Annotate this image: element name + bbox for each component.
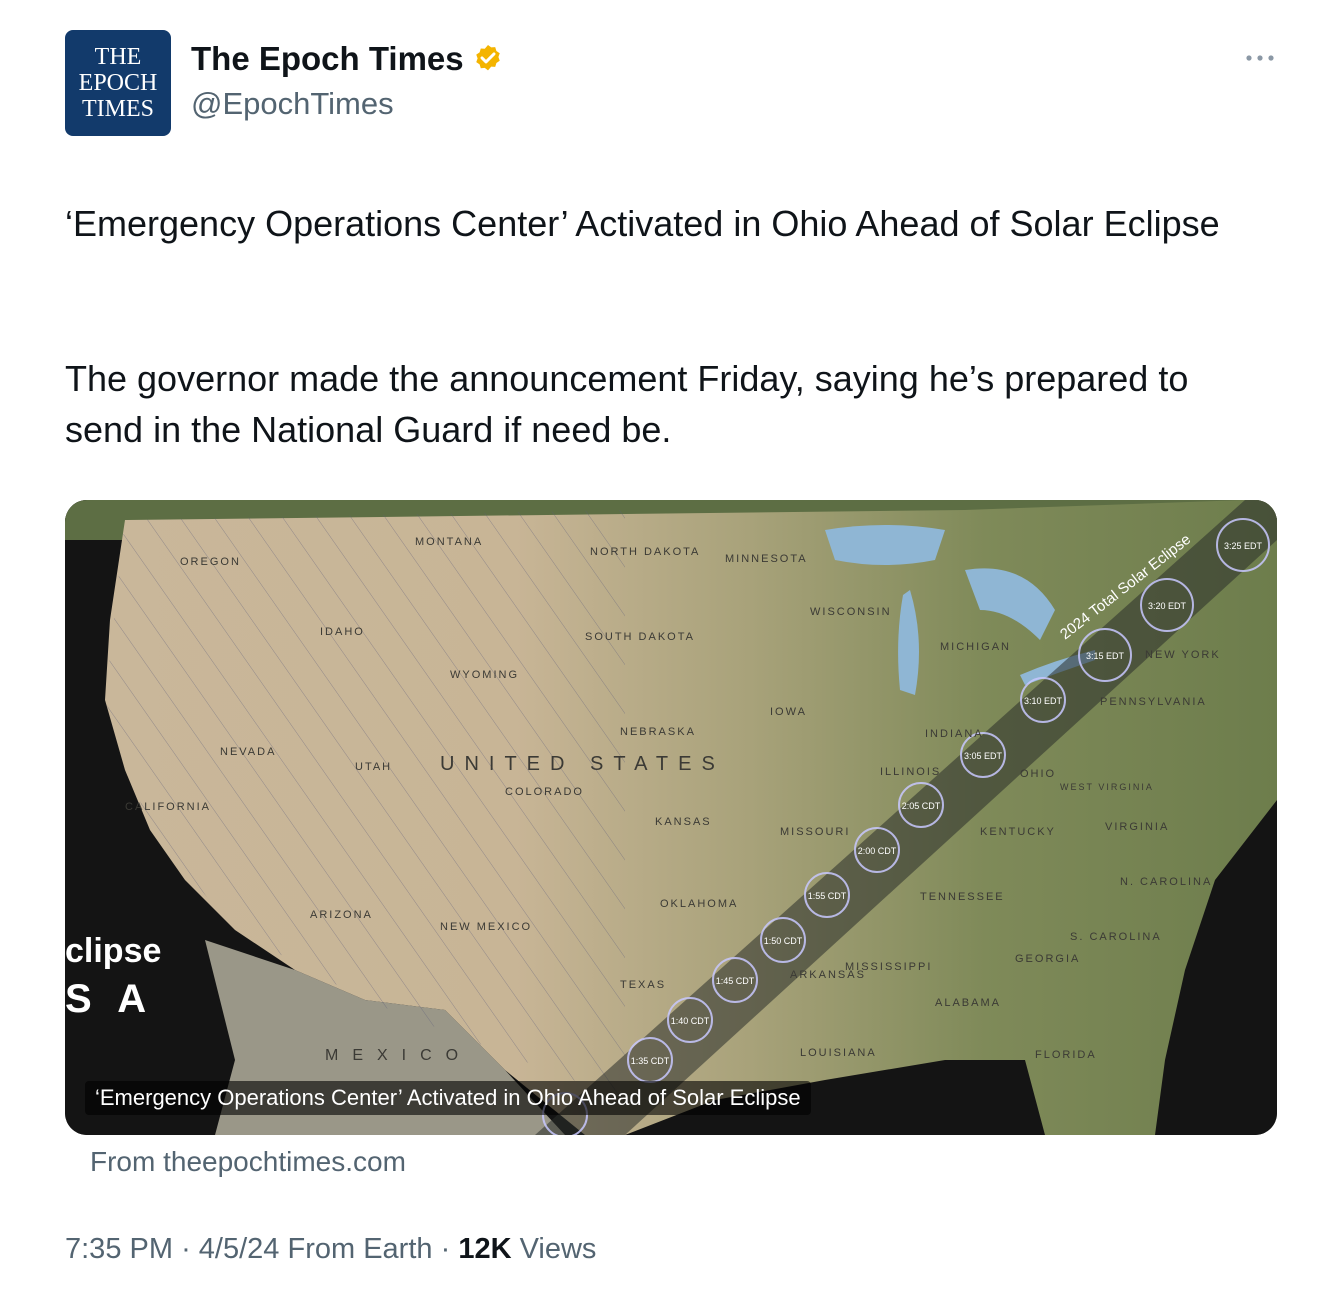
post-location: From Earth <box>287 1233 433 1265</box>
post-date[interactable]: 4/5/24 <box>199 1233 280 1265</box>
eclipse-time: 1:40 CDT <box>671 1016 710 1026</box>
post-body: The governor made the announcement Frida… <box>65 358 1189 450</box>
post-metadata: 7:35 PM · 4/5/24 From Earth · 12K Views <box>65 1233 596 1266</box>
state-label: OKLAHOMA <box>660 898 738 910</box>
eclipse-time: 3:15 EDT <box>1086 651 1125 661</box>
state-label: TEXAS <box>620 979 666 991</box>
state-label: KENTUCKY <box>980 826 1056 838</box>
state-label: OHIO <box>1020 768 1056 780</box>
state-label: UNITED STATES <box>440 753 725 775</box>
eclipse-time: 3:25 EDT <box>1224 541 1263 551</box>
state-label: MICHIGAN <box>940 641 1011 653</box>
state-label: TENNESSEE <box>920 891 1005 903</box>
state-label: KANSAS <box>655 816 712 828</box>
display-name-row[interactable]: The Epoch Times <box>191 40 504 78</box>
state-label: NEW YORK <box>1145 649 1221 661</box>
state-label: LOUISIANA <box>800 1047 877 1059</box>
state-label: WISCONSIN <box>810 606 892 618</box>
map-side-text: S A <box>65 977 154 1021</box>
state-label: WEST VIRGINIA <box>1060 782 1154 792</box>
state-label: PENNSYLVANIA <box>1100 696 1207 708</box>
post-headline: ‘Emergency Operations Center’ Activated … <box>65 203 1220 244</box>
eclipse-time: 3:10 EDT <box>1024 696 1063 706</box>
state-label: IDAHO <box>320 626 365 638</box>
state-label: NEBRASKA <box>620 726 696 738</box>
link-card-caption: ‘Emergency Operations Center’ Activated … <box>85 1081 811 1115</box>
eclipse-time: 1:45 CDT <box>716 976 755 986</box>
eclipse-time: 1:50 CDT <box>764 936 803 946</box>
state-label: IOWA <box>770 706 807 718</box>
state-label: WYOMING <box>450 669 519 681</box>
more-options-icon[interactable] <box>1243 48 1277 68</box>
display-name[interactable]: The Epoch Times <box>191 40 464 78</box>
verified-badge-icon <box>475 45 500 71</box>
eclipse-time: 1:35 CDT <box>631 1056 670 1066</box>
state-label: S. CAROLINA <box>1070 931 1162 943</box>
state-label: ARIZONA <box>310 909 373 921</box>
eclipse-map-image: 1:35 CDT 1:40 CDT 1:45 CDT 1:50 CDT 1:55… <box>65 500 1277 1135</box>
account-handle[interactable]: @EpochTimes <box>191 86 394 122</box>
eclipse-time: 1:55 CDT <box>808 891 847 901</box>
state-label: SOUTH DAKOTA <box>585 631 695 643</box>
state-label: NORTH DAKOTA <box>590 546 700 558</box>
eclipse-time: 3:20 EDT <box>1148 601 1187 611</box>
state-label: MISSISSIPPI <box>845 961 932 973</box>
state-label: NEVADA <box>220 746 276 758</box>
state-label: ILLINOIS <box>880 766 941 778</box>
state-label: MEXICO <box>325 1047 472 1064</box>
state-label: MINNESOTA <box>725 553 808 565</box>
state-label: MONTANA <box>415 536 483 548</box>
state-label: ALABAMA <box>935 997 1001 1009</box>
separator: · <box>440 1233 451 1265</box>
eclipse-time: 3:05 EDT <box>964 751 1003 761</box>
state-label: GEORGIA <box>1015 953 1080 965</box>
state-label: CALIFORNIA <box>125 801 211 813</box>
state-label: VIRGINIA <box>1105 821 1169 833</box>
state-label: MISSOURI <box>780 826 850 838</box>
views-count: 12K <box>458 1233 512 1265</box>
avatar-line: TIMES <box>82 96 154 122</box>
separator: · <box>181 1233 191 1265</box>
eclipse-time: 2:00 CDT <box>858 846 897 856</box>
state-label: NEW MEXICO <box>440 921 532 933</box>
link-card[interactable]: 1:35 CDT 1:40 CDT 1:45 CDT 1:50 CDT 1:55… <box>65 500 1277 1135</box>
avatar[interactable]: THE EPOCH TIMES <box>65 30 171 136</box>
state-label: COLORADO <box>505 786 584 798</box>
state-label: FLORIDA <box>1035 1049 1097 1061</box>
state-label: OREGON <box>180 556 241 568</box>
state-label: UTAH <box>355 761 392 773</box>
post-time[interactable]: 7:35 PM <box>65 1233 173 1265</box>
link-source[interactable]: From theepochtimes.com <box>90 1146 406 1178</box>
avatar-line: THE <box>94 44 142 70</box>
avatar-line: EPOCH <box>78 70 158 96</box>
state-label: INDIANA <box>925 728 984 740</box>
views-label: Views <box>519 1233 597 1265</box>
map-side-text: clipse <box>65 932 161 970</box>
eclipse-time: 2:05 CDT <box>902 801 941 811</box>
state-label: N. CAROLINA <box>1120 876 1212 888</box>
